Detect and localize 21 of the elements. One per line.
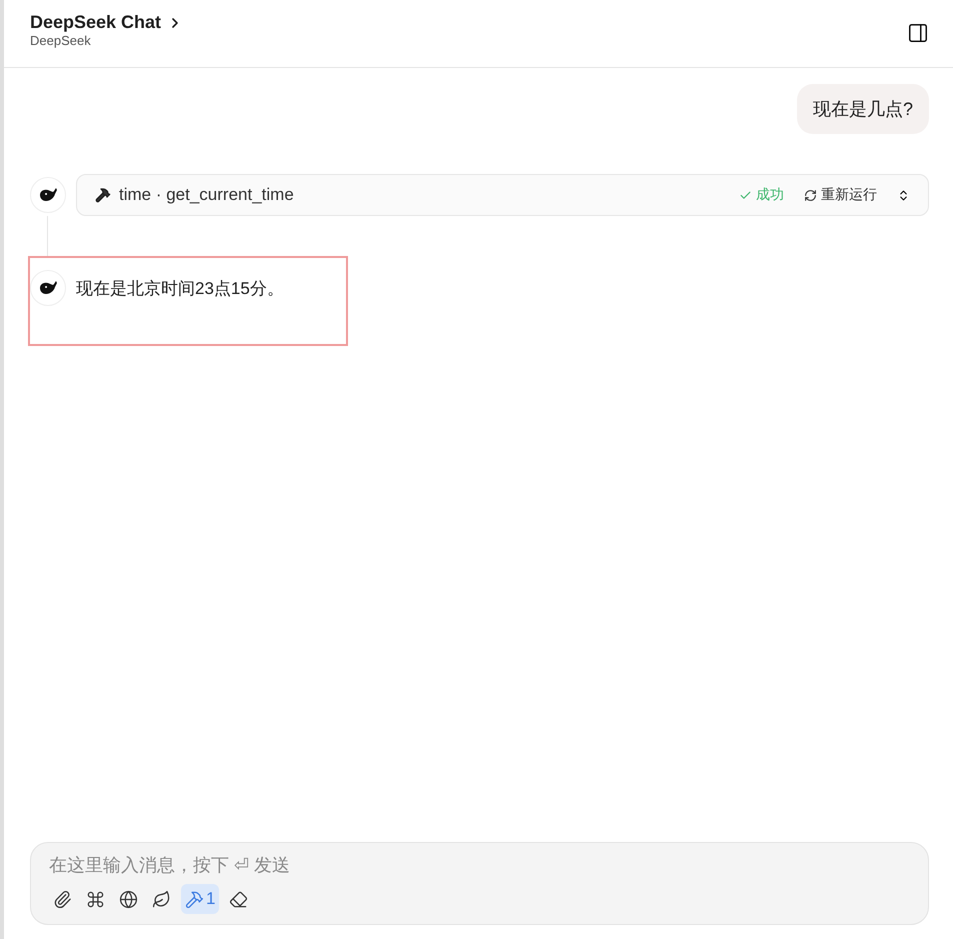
hammer-icon xyxy=(185,890,204,908)
refresh-icon xyxy=(804,188,817,202)
rerun-button[interactable]: 重新运行 xyxy=(804,186,877,204)
whale-icon xyxy=(38,280,58,296)
check-icon xyxy=(739,188,752,202)
assistant-message: 现在是北京时间23点15分。 xyxy=(76,278,284,300)
chat-subtitle: DeepSeek xyxy=(30,33,92,48)
hammer-icon xyxy=(95,187,111,203)
whale-icon xyxy=(38,187,58,203)
message-input[interactable]: 在这里输入消息，按下 ⏎ 发送 xyxy=(49,855,910,876)
sidebar-toggle-button[interactable] xyxy=(907,22,929,44)
user-message: 现在是几点? xyxy=(796,84,929,134)
globe-icon xyxy=(119,890,138,908)
tool-call-name: time · get_current_time xyxy=(119,185,295,205)
leaf-icon xyxy=(152,890,171,908)
panel-icon xyxy=(907,22,929,44)
paperclip-icon xyxy=(53,890,72,908)
tool-status: 成功 xyxy=(756,186,784,204)
command-icon xyxy=(86,890,105,908)
eraser-icon xyxy=(229,890,248,908)
chat-title: DeepSeek Chat xyxy=(30,12,162,33)
